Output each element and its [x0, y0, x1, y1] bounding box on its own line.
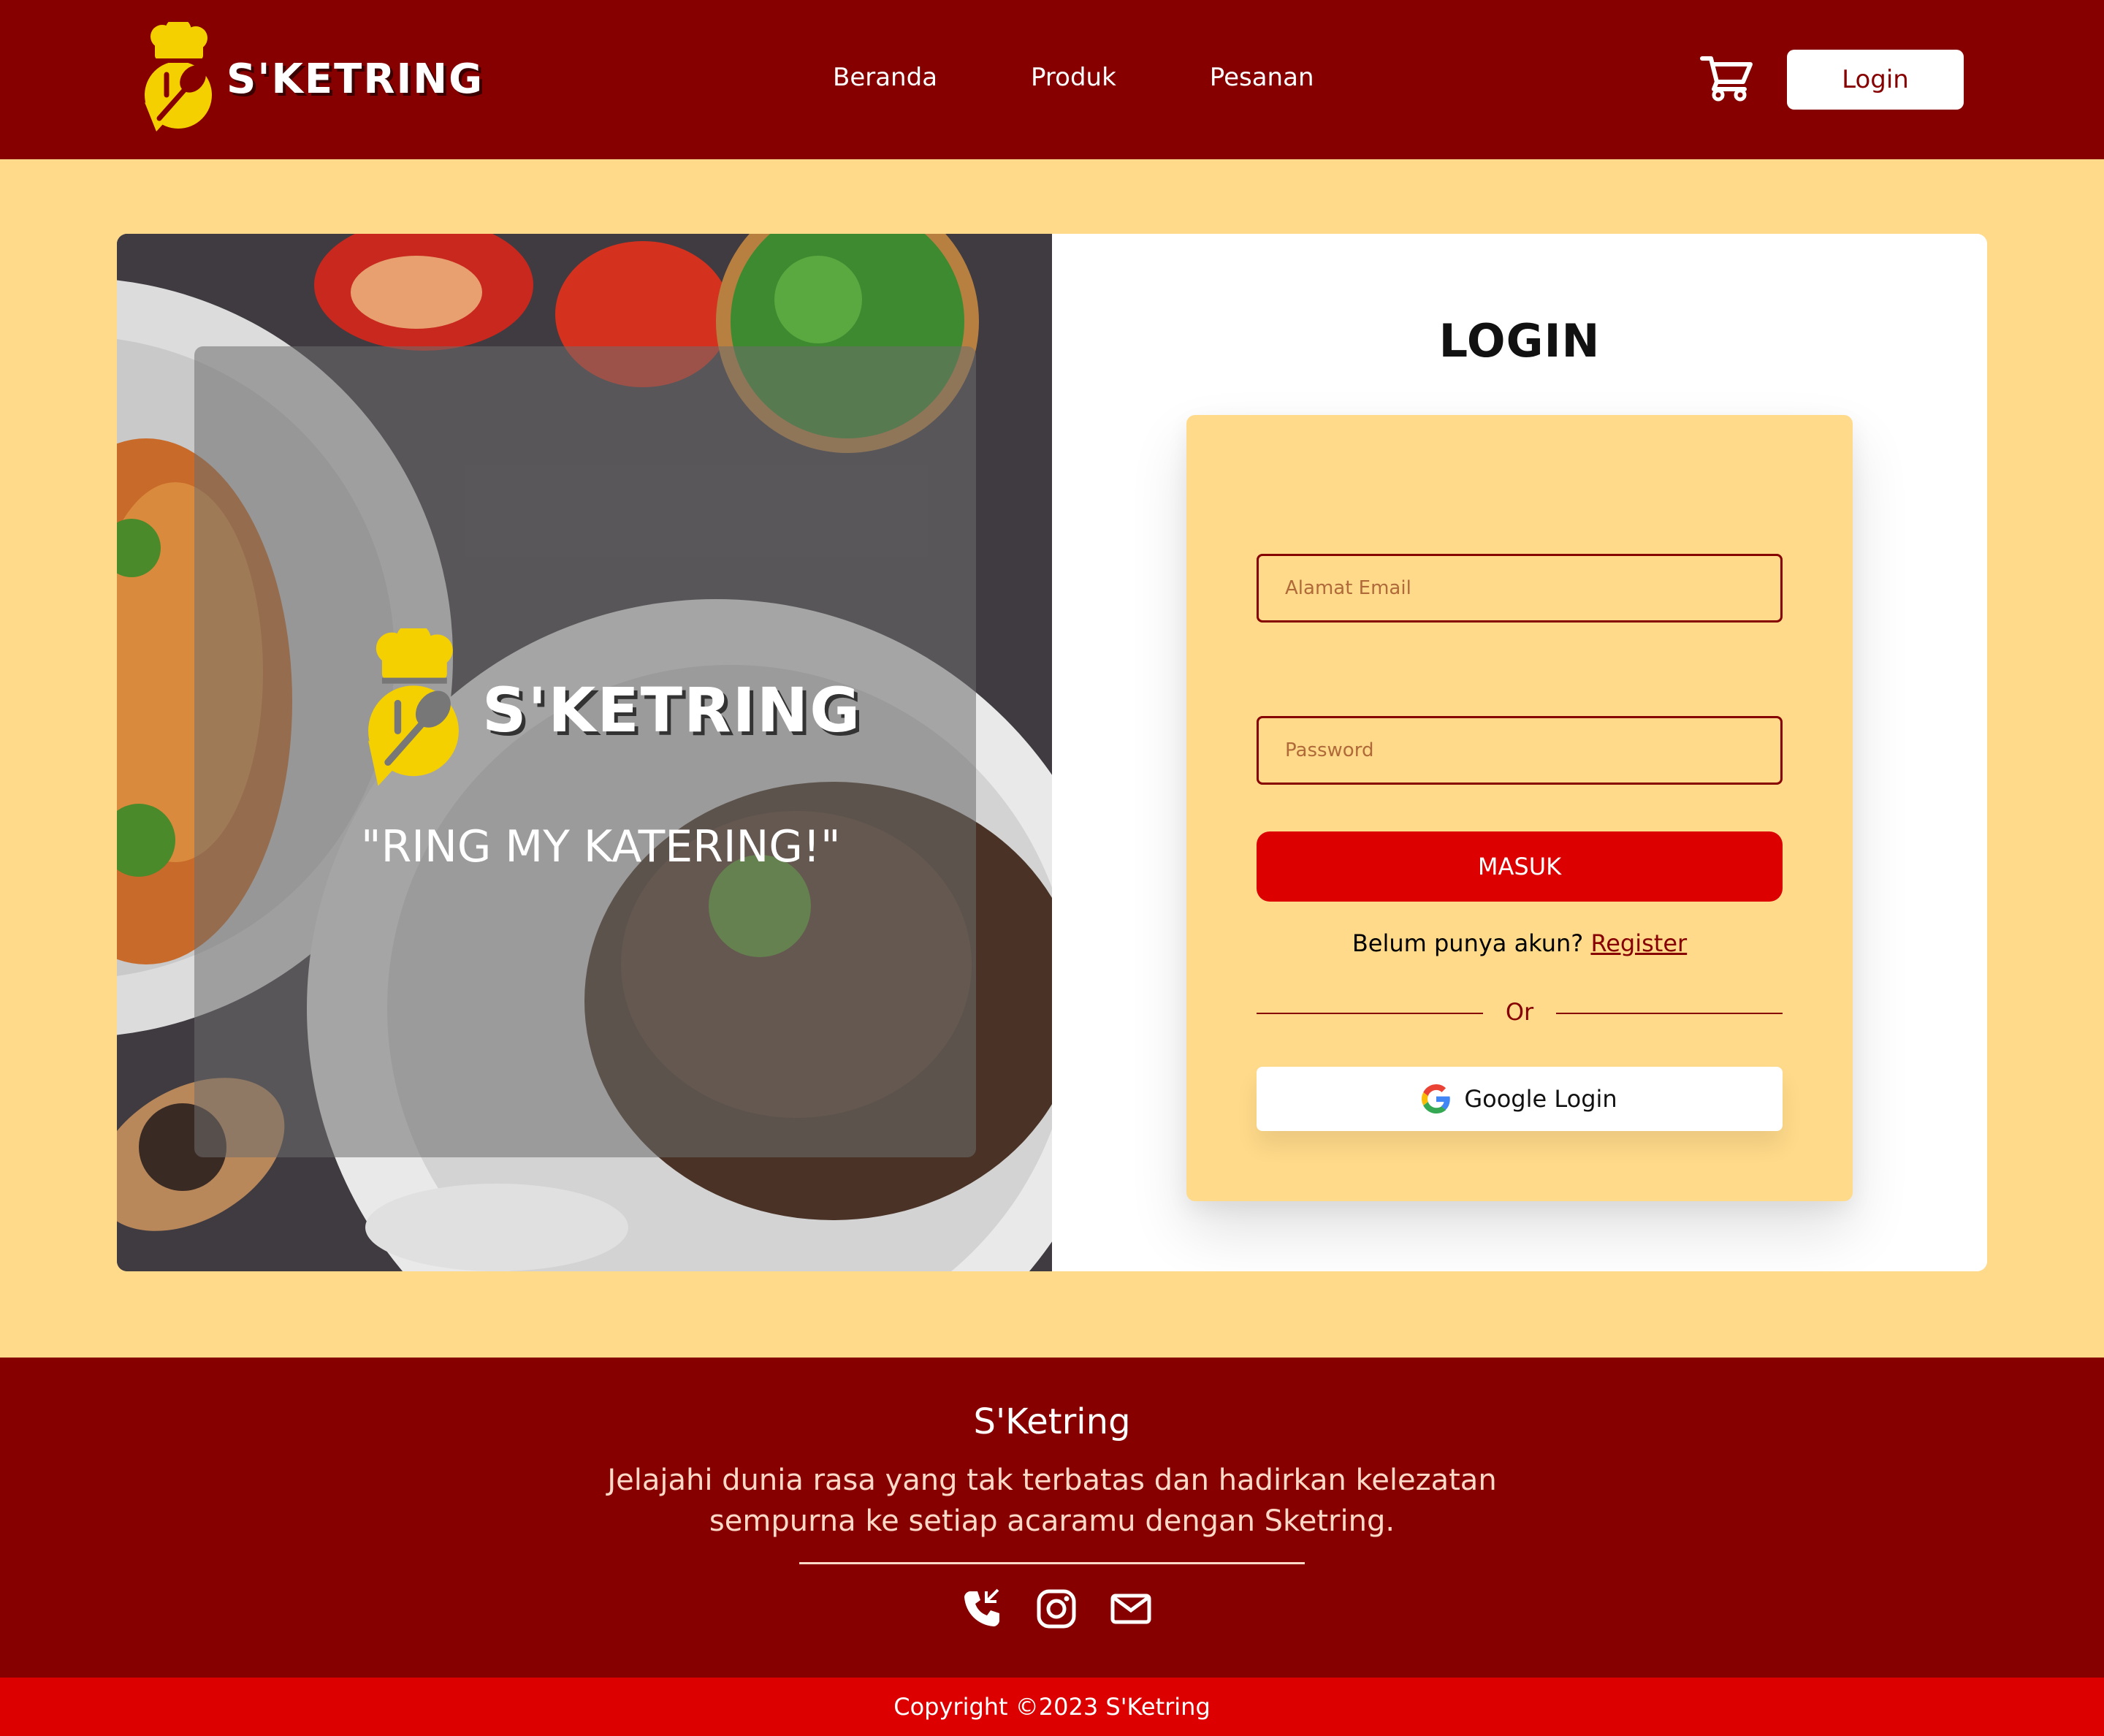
cart-icon[interactable] — [1699, 54, 1755, 102]
divider-line — [1257, 1013, 1483, 1014]
top-navbar: S'KETRING Beranda Produk Pesanan Login — [0, 0, 2104, 159]
hero-slogan: "RING MY KATERING!" — [361, 821, 841, 872]
footer-title: S'Ketring — [973, 1401, 1131, 1442]
register-prompt-text: Belum punya akun? — [1352, 929, 1584, 957]
login-form-panel: LOGIN MASUK Belum punya akun? Register O… — [1052, 234, 1987, 1271]
masuk-button[interactable]: MASUK — [1257, 831, 1783, 902]
hero-image-panel: S'KETRING "RING MY KATERING!" — [117, 234, 1052, 1271]
register-prompt: Belum punya akun? Register — [1186, 929, 1853, 957]
login-card: S'KETRING "RING MY KATERING!" LOGIN MASU… — [117, 234, 1987, 1271]
register-link[interactable]: Register — [1590, 929, 1687, 957]
footer-description: Jelajahi dunia rasa yang tak terbatas da… — [607, 1463, 1497, 1538]
google-login-label: Google Login — [1464, 1085, 1617, 1113]
or-label: Or — [1505, 998, 1534, 1026]
nav-pesanan[interactable]: Pesanan — [1210, 58, 1314, 96]
nav-produk[interactable]: Produk — [1031, 58, 1116, 96]
footer-divider — [799, 1562, 1305, 1564]
copyright-bar: Copyright ©2023 S'Ketring — [0, 1678, 2104, 1736]
brand-name: S'KETRING — [226, 55, 484, 103]
header-login-button[interactable]: Login — [1787, 50, 1964, 110]
or-divider: Or — [1257, 998, 1783, 1027]
divider-line — [1556, 1013, 1783, 1014]
mail-icon[interactable] — [1110, 1588, 1151, 1629]
phone-icon[interactable] — [961, 1588, 1002, 1629]
login-title: LOGIN — [1438, 314, 1601, 368]
login-form: MASUK Belum punya akun? Register Or Goog… — [1186, 415, 1853, 1201]
hero-brand-logo: S'KETRING — [362, 628, 861, 792]
main-nav: Beranda Produk Pesanan — [833, 58, 1314, 96]
hero-brand-name: S'KETRING — [482, 674, 862, 746]
chef-logo-icon — [368, 628, 459, 786]
footer: S'Ketring Jelajahi dunia rasa yang tak t… — [0, 1358, 2104, 1678]
brand-logo[interactable]: S'KETRING — [140, 22, 484, 136]
instagram-icon[interactable] — [1036, 1588, 1077, 1629]
password-field[interactable] — [1257, 716, 1783, 785]
email-field[interactable] — [1257, 554, 1783, 623]
google-icon — [1422, 1084, 1451, 1113]
nav-beranda[interactable]: Beranda — [833, 58, 937, 96]
google-login-button[interactable]: Google Login — [1257, 1067, 1783, 1131]
chef-logo-icon — [145, 22, 212, 132]
social-links — [961, 1588, 1151, 1629]
